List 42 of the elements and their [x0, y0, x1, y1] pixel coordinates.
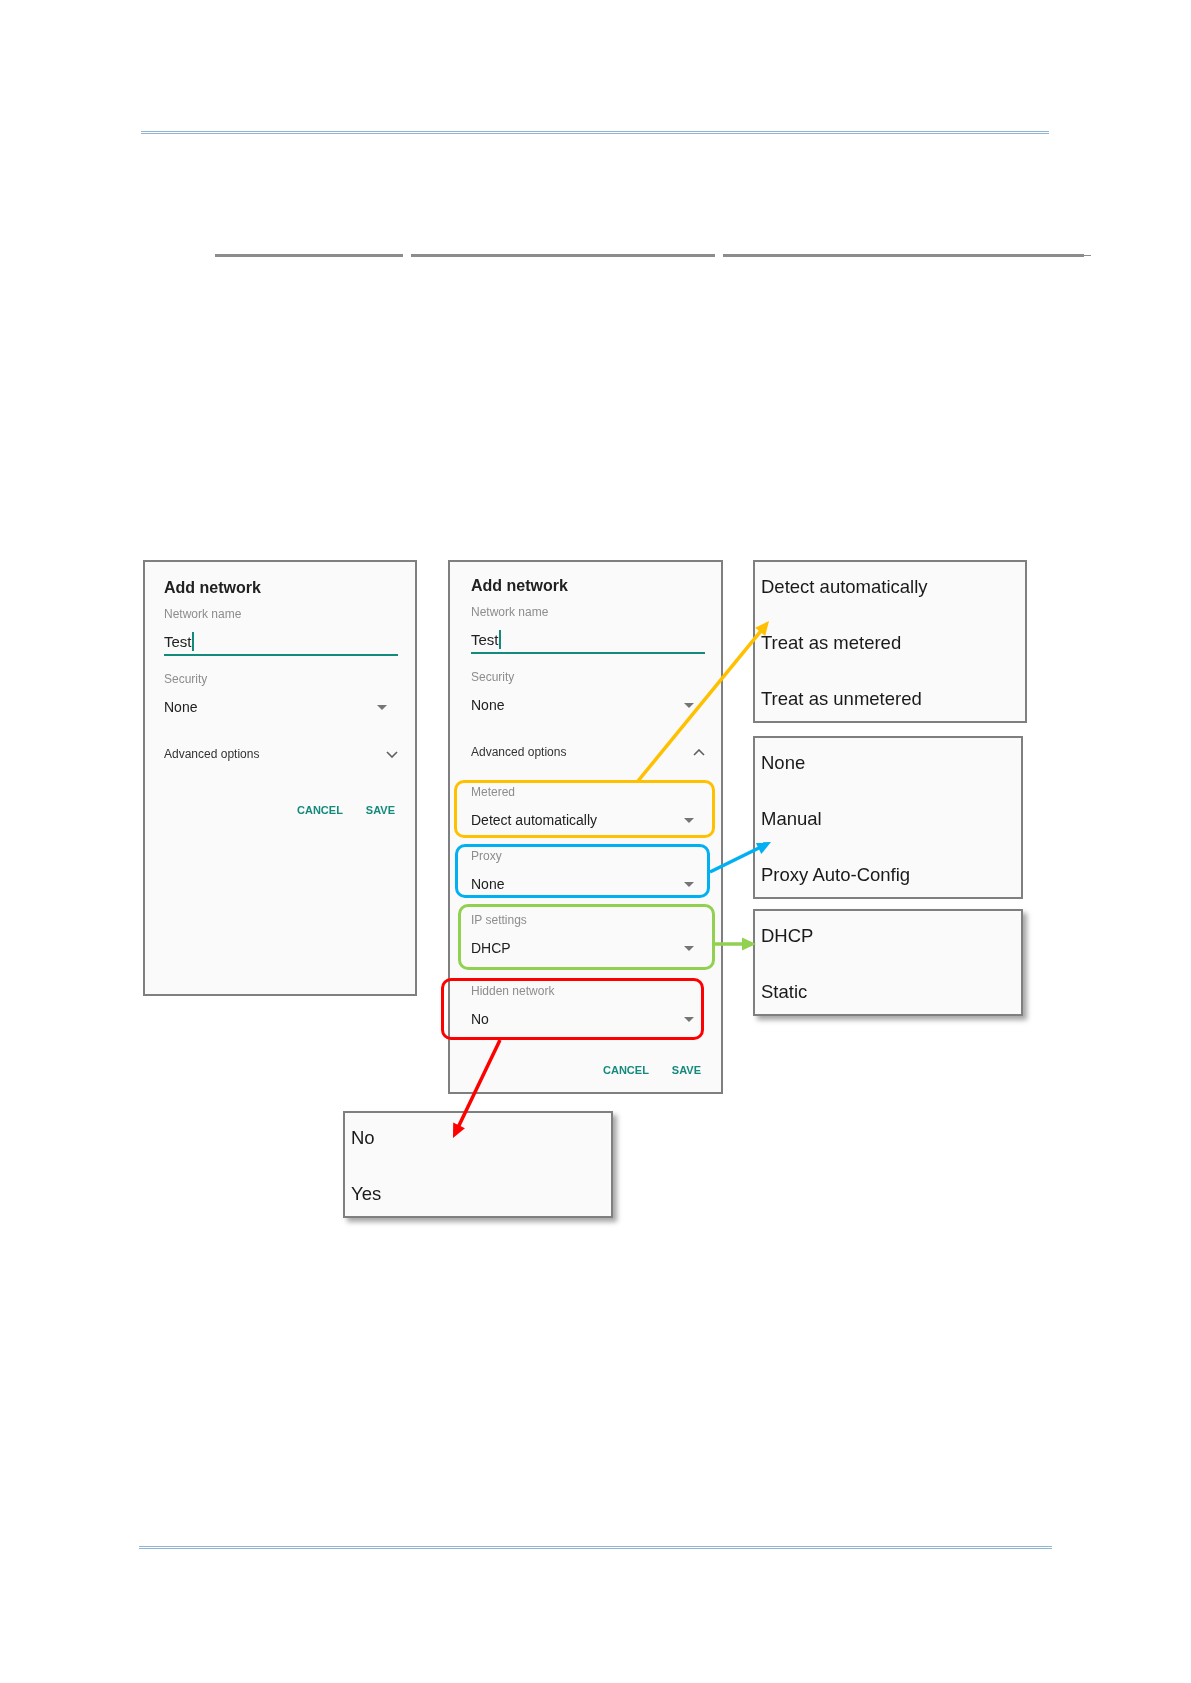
option-item[interactable]: Detect automatically	[761, 575, 928, 599]
dropdown[interactable]: None	[164, 697, 391, 717]
text-input[interactable]: Test	[164, 626, 398, 656]
option-item[interactable]: DHCP	[761, 924, 814, 948]
advanced-options-toggle[interactable]: Advanced options	[471, 742, 705, 762]
option-item[interactable]: Manual	[761, 807, 822, 831]
option-item[interactable]: Static	[761, 980, 808, 1004]
field-label: Hidden network	[471, 983, 555, 999]
dropdown[interactable]: Detect automatically	[471, 810, 698, 830]
dialog-title: Add network	[164, 578, 261, 598]
option-item[interactable]: None	[761, 751, 806, 775]
dialog-title: Add network	[471, 576, 568, 596]
field-label: Security	[471, 669, 515, 685]
save-button[interactable]: SAVE	[361, 800, 399, 820]
save-button[interactable]: SAVE	[667, 1060, 705, 1080]
dropdown[interactable]: None	[471, 695, 698, 715]
dropdown[interactable]: None	[471, 874, 698, 894]
dropdown[interactable]: No	[471, 1009, 698, 1029]
caret-down-icon	[684, 881, 694, 887]
option-item[interactable]: Treat as unmetered	[761, 687, 922, 711]
text-cursor-icon	[191, 632, 194, 651]
field-label: Metered	[471, 784, 516, 800]
field-label: Network name	[471, 604, 549, 620]
option-item[interactable]: Yes	[351, 1182, 382, 1206]
caret-down-icon	[684, 702, 694, 708]
caret-down-icon	[684, 817, 694, 823]
dropdown[interactable]: DHCP	[471, 938, 698, 958]
field-label: Security	[164, 671, 208, 687]
field-label: Network name	[164, 606, 242, 622]
cancel-button[interactable]: CANCEL	[293, 800, 347, 820]
text-cursor-icon	[498, 630, 501, 649]
option-item[interactable]: Proxy Auto-Config	[761, 863, 911, 887]
option-item[interactable]: Treat as metered	[761, 631, 902, 655]
caret-down-icon	[377, 704, 387, 710]
field-label: Proxy	[471, 848, 502, 864]
option-item[interactable]: No	[351, 1126, 375, 1150]
caret-down-icon	[684, 945, 694, 951]
caret-down-icon	[684, 1016, 694, 1022]
field-label: IP settings	[471, 912, 527, 928]
text-input[interactable]: Test	[471, 624, 705, 654]
advanced-options-toggle[interactable]: Advanced options	[164, 744, 398, 764]
cancel-button[interactable]: CANCEL	[599, 1060, 653, 1080]
